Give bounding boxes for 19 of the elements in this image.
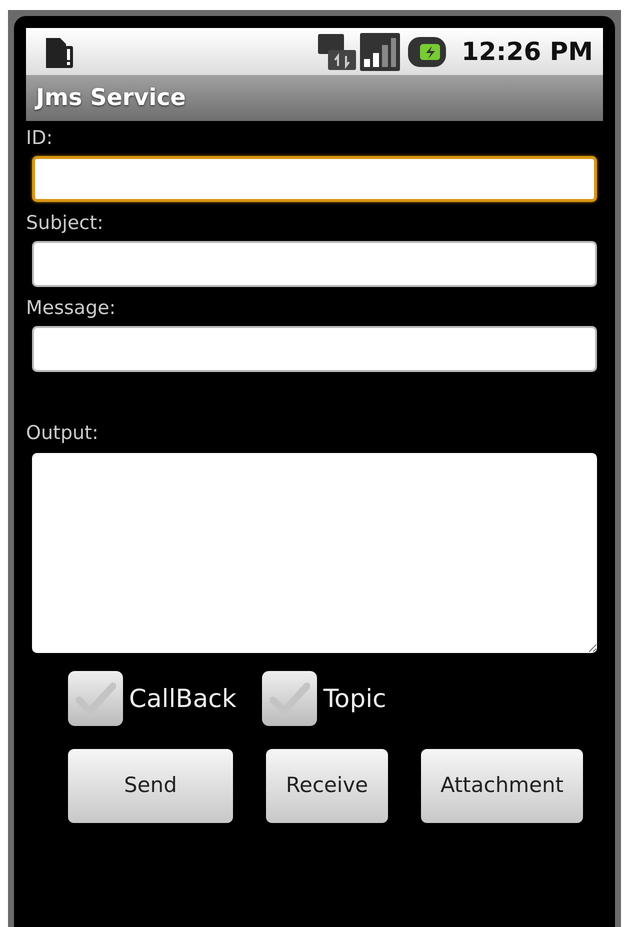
checkbox[interactable] bbox=[262, 671, 318, 726]
output-area[interactable] bbox=[32, 453, 597, 653]
checkbox-label: CallBack bbox=[129, 682, 236, 715]
signal-icon bbox=[360, 32, 400, 70]
text-field[interactable] bbox=[32, 326, 597, 372]
status-time: 12:26 PM bbox=[462, 36, 593, 68]
field-label: Subject: bbox=[26, 212, 104, 234]
text-field[interactable] bbox=[32, 156, 597, 202]
checkbox[interactable] bbox=[68, 671, 123, 726]
attachment-button[interactable]: Attachment bbox=[421, 749, 583, 823]
battery-charging-icon bbox=[408, 36, 446, 66]
field-label: Message: bbox=[26, 297, 117, 319]
send-button[interactable]: Send bbox=[68, 749, 233, 823]
receive-button[interactable]: Receive bbox=[266, 749, 388, 823]
text-field[interactable] bbox=[32, 241, 597, 287]
field-label: Output: bbox=[26, 422, 100, 444]
field-label: ID: bbox=[26, 127, 54, 149]
app-title: Jms Service bbox=[26, 75, 603, 121]
checkbox-label: Topic bbox=[323, 682, 386, 715]
